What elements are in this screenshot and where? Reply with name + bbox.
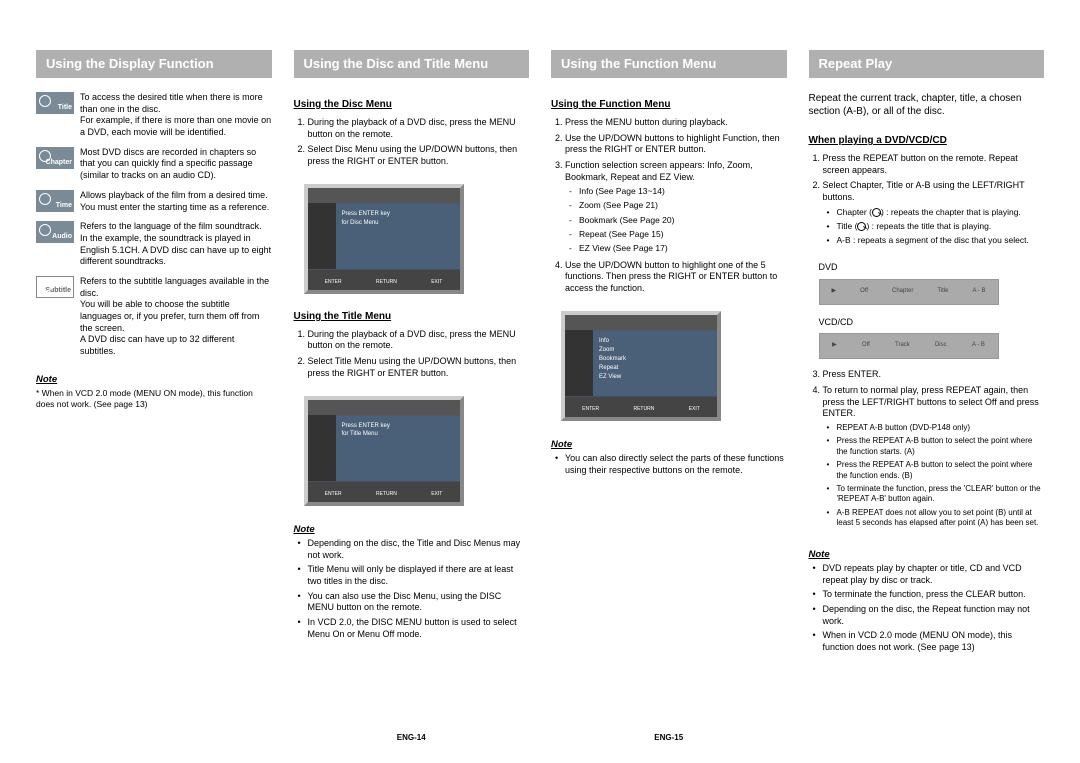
note-item: Depending on the disc, the Title and Dis…: [308, 538, 530, 561]
osd-label: VCD/CD: [819, 317, 1045, 329]
chapter-icon: Chapter: [36, 147, 74, 169]
note-heading: Note: [36, 374, 272, 386]
sublist: Chapter () : repeats the chapter that is…: [823, 207, 1045, 246]
audio-icon: Audio: [36, 221, 74, 243]
note-item: You can also directly select the parts o…: [565, 453, 787, 476]
step: Press the MENU button during playback.: [565, 117, 787, 129]
column-function-menu: Using the Function Menu Using the Functi…: [545, 50, 793, 743]
repeat-icon: [872, 208, 881, 217]
note-heading: Note: [294, 524, 530, 536]
note-item: In VCD 2.0, the DISC MENU button is used…: [308, 617, 530, 640]
column-disc-title-menu: Using the Disc and Title Menu Using the …: [288, 50, 536, 743]
note-item: Depending on the disc, the Repeat functi…: [823, 604, 1045, 627]
note-heading: Note: [809, 549, 1045, 561]
column-repeat-play: Repeat Play Repeat the current track, ch…: [803, 50, 1051, 743]
subsection-title: Using the Disc Menu: [294, 98, 530, 111]
note-list: Depending on the disc, the Title and Dis…: [294, 538, 530, 644]
step: During the playback of a DVD disc, press…: [308, 117, 530, 140]
function-menu-screenshot: Info Zoom Bookmark Repeat EZ View ENTERR…: [561, 311, 721, 421]
page-spread: Using the Display Function Title To acce…: [0, 0, 1080, 763]
page-number: ENG-15: [551, 733, 787, 743]
note-item: Title Menu will only be displayed if the…: [308, 564, 530, 587]
feature-row: Audio Refers to the language of the film…: [36, 221, 272, 268]
osd-dvd: ▶ Off Chapter Title A - B: [819, 279, 999, 305]
note-list: You can also directly select the parts o…: [551, 453, 787, 479]
step-list: During the playback of a DVD disc, press…: [294, 117, 530, 172]
feature-row: Time Allows playback of the film from a …: [36, 190, 272, 213]
note-heading: Note: [551, 439, 787, 451]
note-text: * When in VCD 2.0 mode (MENU ON mode), t…: [36, 388, 272, 410]
intro-text: Repeat the current track, chapter, title…: [809, 92, 1045, 118]
note-item: To terminate the function, press the CLE…: [823, 589, 1045, 601]
osd-label: DVD: [819, 262, 1045, 274]
step: Press ENTER.: [823, 369, 1045, 381]
page-number: ENG-14: [294, 733, 530, 743]
title-icon: Title: [36, 92, 74, 114]
section-header: Using the Function Menu: [551, 50, 787, 78]
note-list: DVD repeats play by chapter or title, CD…: [809, 563, 1045, 657]
subsection-title: Using the Function Menu: [551, 98, 787, 111]
step: Press the REPEAT button on the remote. R…: [823, 153, 1045, 176]
feature-text: Allows playback of the film from a desir…: [80, 190, 272, 213]
step: Select Disc Menu using the UP/DOWN butto…: [308, 144, 530, 167]
feature-text: To access the desired title when there i…: [80, 92, 272, 139]
feature-row: Chapter Most DVD discs are recorded in c…: [36, 147, 272, 182]
step: Function selection screen appears: Info,…: [565, 160, 787, 254]
feature-text: Refers to the language of the film sound…: [80, 221, 272, 268]
note-item: You can also use the Disc Menu, using th…: [308, 591, 530, 614]
step: Select Chapter, Title or A-B using the L…: [823, 180, 1045, 246]
step-list: Press the MENU button during playback. U…: [551, 117, 787, 299]
step-list: Press ENTER. To return to normal play, p…: [809, 369, 1045, 534]
disc-menu-screenshot: Press ENTER key for Disc Menu ENTERRETUR…: [304, 184, 464, 294]
subtitle-icon: Subtitle: [36, 276, 74, 298]
section-header: Using the Disc and Title Menu: [294, 50, 530, 78]
feature-row: Title To access the desired title when t…: [36, 92, 272, 139]
section-header: Using the Display Function: [36, 50, 272, 78]
feature-row: Subtitle Refers to the subtitle language…: [36, 276, 272, 358]
step: During the playback of a DVD disc, press…: [308, 329, 530, 352]
column-display-function: Using the Display Function Title To acce…: [30, 50, 278, 743]
step: Select Title Menu using the UP/DOWN butt…: [308, 356, 530, 379]
sublist: REPEAT A-B button (DVD-P148 only) Press …: [823, 423, 1045, 529]
subsection-title: When playing a DVD/VCD/CD: [809, 134, 1045, 147]
osd-vcd: ▶ Off Track Disc A - B: [819, 333, 999, 359]
step-list: During the playback of a DVD disc, press…: [294, 329, 530, 384]
step: To return to normal play, press REPEAT a…: [823, 385, 1045, 529]
note-item: When in VCD 2.0 mode (MENU ON mode), thi…: [823, 630, 1045, 653]
feature-text: Refers to the subtitle languages availab…: [80, 276, 272, 358]
step: Use the UP/DOWN buttons to highlight Fun…: [565, 133, 787, 156]
subsection-title: Using the Title Menu: [294, 310, 530, 323]
section-header: Repeat Play: [809, 50, 1045, 78]
title-menu-screenshot: Press ENTER key for Title Menu ENTERRETU…: [304, 396, 464, 506]
step: Use the UP/DOWN button to highlight one …: [565, 260, 787, 295]
note-item: DVD repeats play by chapter or title, CD…: [823, 563, 1045, 586]
time-icon: Time: [36, 190, 74, 212]
feature-text: Most DVD discs are recorded in chapters …: [80, 147, 272, 182]
sublist: Info (See Page 13~14) Zoom (See Page 21)…: [565, 186, 787, 253]
step-list: Press the REPEAT button on the remote. R…: [809, 153, 1045, 252]
